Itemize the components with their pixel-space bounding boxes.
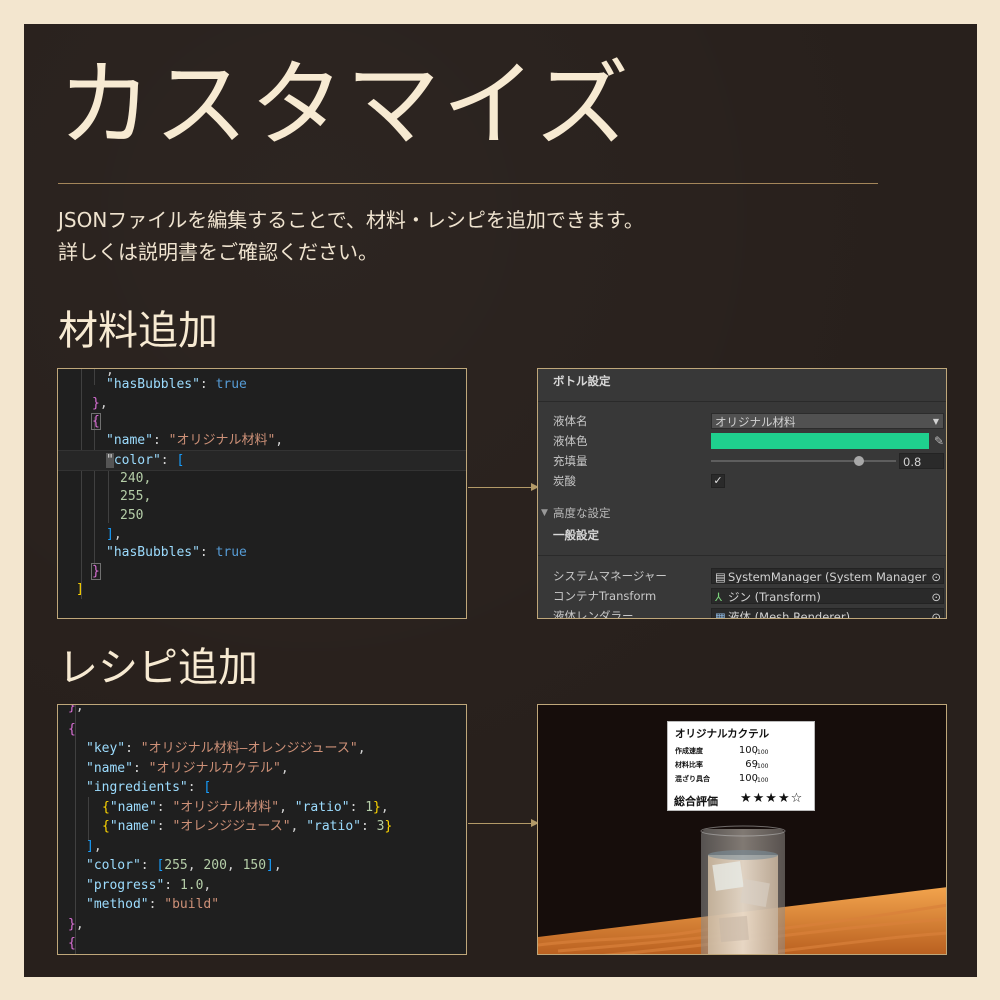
result-card-title: オリジナルカクテル — [675, 728, 770, 740]
code-key-key: "key" — [86, 741, 126, 756]
code-value-recipe-name: "オリジナルカクテル" — [148, 761, 281, 776]
container-transform-label: コンテナTransform — [553, 589, 657, 603]
object-picker-icon-2[interactable]: ⊙ — [931, 589, 941, 603]
system-manager-label: システムマネージャー — [553, 569, 667, 583]
code-value-key: "オリジナル材料—オレンジジュース" — [140, 741, 358, 756]
code-ingredient-1-name: "オリジナル材料" — [172, 800, 280, 815]
fill-slider-track[interactable] — [711, 456, 896, 466]
arrow-connector-1 — [468, 483, 539, 491]
dropdown-arrow-icon: ▼ — [932, 417, 939, 426]
game-screenshot: オリジナルカクテル 作成速度 100/100 材料比率 69/100 混ざり具合 100/… — [537, 704, 947, 955]
code-value-progress: 1.0 — [179, 878, 204, 893]
code-color-b: 250 — [120, 508, 144, 523]
code-recipe-color-b: 150 — [242, 858, 267, 873]
advanced-settings-foldout[interactable]: 高度な設定 — [553, 503, 611, 523]
code-ingredient-2-name: "オレンジジュース" — [172, 819, 291, 834]
page-title: カスタマイズ — [58, 51, 632, 160]
carbonated-checkbox[interactable]: ✓ — [711, 474, 725, 488]
code-key-hasbubbles: "hasBubbles" — [106, 377, 200, 392]
code-recipe-color-g: 200 — [203, 858, 227, 873]
section-title-ingredient: 材料追加 — [58, 308, 218, 354]
unity-inspector: ボトル設定 液体名 オリジナル材料 ▼ 液体色 ✎ 充填量 0.8 炭酸 ✓ ▼… — [537, 368, 947, 619]
code-value-true: true — [215, 377, 247, 392]
ice-cube — [712, 861, 744, 891]
result-row-label: 混ざり具合 — [675, 775, 710, 783]
result-row: 作成速度 100/100 — [675, 745, 808, 758]
code-key-method: "method" — [86, 897, 149, 912]
script-icon: ▤ — [715, 570, 726, 584]
liquid-color-label: 液体色 — [553, 434, 588, 448]
code-value-name: "オリジナル材料" — [168, 433, 276, 448]
bottle-settings-header: ボトル設定 — [553, 374, 611, 388]
mesh-renderer-icon: ▦ — [715, 610, 726, 619]
result-card: オリジナルカクテル 作成速度 100/100 材料比率 69/100 混ざり具合 100/… — [667, 721, 815, 811]
code-key-progress: "progress" — [86, 878, 165, 893]
code-ingredient-1-ratio: 1 — [365, 800, 374, 815]
code-key-recipe-color: "color" — [86, 858, 141, 873]
liquid-renderer-label: 液体レンダラー — [553, 609, 634, 619]
fill-slider-handle[interactable] — [854, 456, 864, 466]
result-row: 混ざり具合 100/100 — [675, 773, 808, 786]
fill-label: 充填量 — [553, 454, 588, 468]
container-transform-field[interactable]: ⅄ ジン (Transform) ⊙ — [711, 588, 944, 604]
carbonated-label: 炭酸 — [553, 474, 576, 488]
recipe-json-editor: }, { "key": "オリジナル材料—オレンジジュース", "name": … — [57, 704, 467, 955]
fill-value-input[interactable]: 0.8 — [899, 453, 944, 469]
general-settings-header: 一般設定 — [553, 528, 599, 542]
code-key-recipe-name: "name" — [86, 761, 133, 776]
description-line-2: 詳しくは説明書をご確認ください。 — [58, 240, 378, 264]
foldout-arrow-icon[interactable]: ▼ — [541, 503, 548, 523]
code-key-name: "name" — [106, 433, 153, 448]
liquid-color-field[interactable] — [711, 433, 929, 449]
code-color-r: 240, — [120, 471, 152, 486]
eyedropper-icon[interactable]: ✎ — [934, 431, 944, 451]
code-key-color: color" — [113, 453, 161, 468]
description: JSONファイルを編集することで、材料・レシピを追加できます。 詳しくは説明書を… — [58, 204, 644, 268]
code-value-method: "build" — [164, 897, 220, 912]
title-divider — [58, 183, 878, 184]
liquid-renderer-field[interactable]: ▦ 液体 (Mesh Renderer) ⊙ — [711, 608, 944, 619]
result-row-max: /100 — [755, 777, 769, 784]
description-line-1: JSONファイルを編集することで、材料・レシピを追加できます。 — [58, 208, 644, 232]
ingredient-json-editor: , "hasBubbles": true }, { "name": "オリジナル… — [57, 368, 467, 619]
code-key-ingredients: "ingredients" — [86, 780, 188, 795]
liquid-name-value: オリジナル材料 — [715, 415, 796, 429]
object-picker-icon-3[interactable]: ⊙ — [931, 609, 941, 618]
code-value-true-2: true — [215, 545, 247, 560]
system-manager-field[interactable]: ▤ SystemManager (System Manager ⊙ — [711, 568, 944, 584]
result-row: 材料比率 69/100 — [675, 759, 808, 772]
result-row-label: 材料比率 — [675, 761, 703, 769]
result-row-label: 作成速度 — [675, 747, 703, 755]
liquid-name-dropdown[interactable]: オリジナル材料 ▼ — [711, 413, 944, 429]
star-rating: ★★★★☆ — [740, 791, 804, 806]
section-title-recipe: レシピ追加 — [58, 645, 258, 691]
overall-rating-label: 総合評価 — [674, 795, 718, 808]
code-recipe-color-r: 255 — [164, 858, 188, 873]
object-picker-icon[interactable]: ⊙ — [929, 569, 941, 583]
transform-icon: ⅄ — [715, 590, 723, 604]
arrow-connector-2 — [468, 819, 539, 827]
code-color-g: 255, — [120, 489, 152, 504]
liquid-name-label: 液体名 — [553, 414, 588, 428]
code-key-hasbubbles-2: "hasBubbles" — [106, 545, 200, 560]
